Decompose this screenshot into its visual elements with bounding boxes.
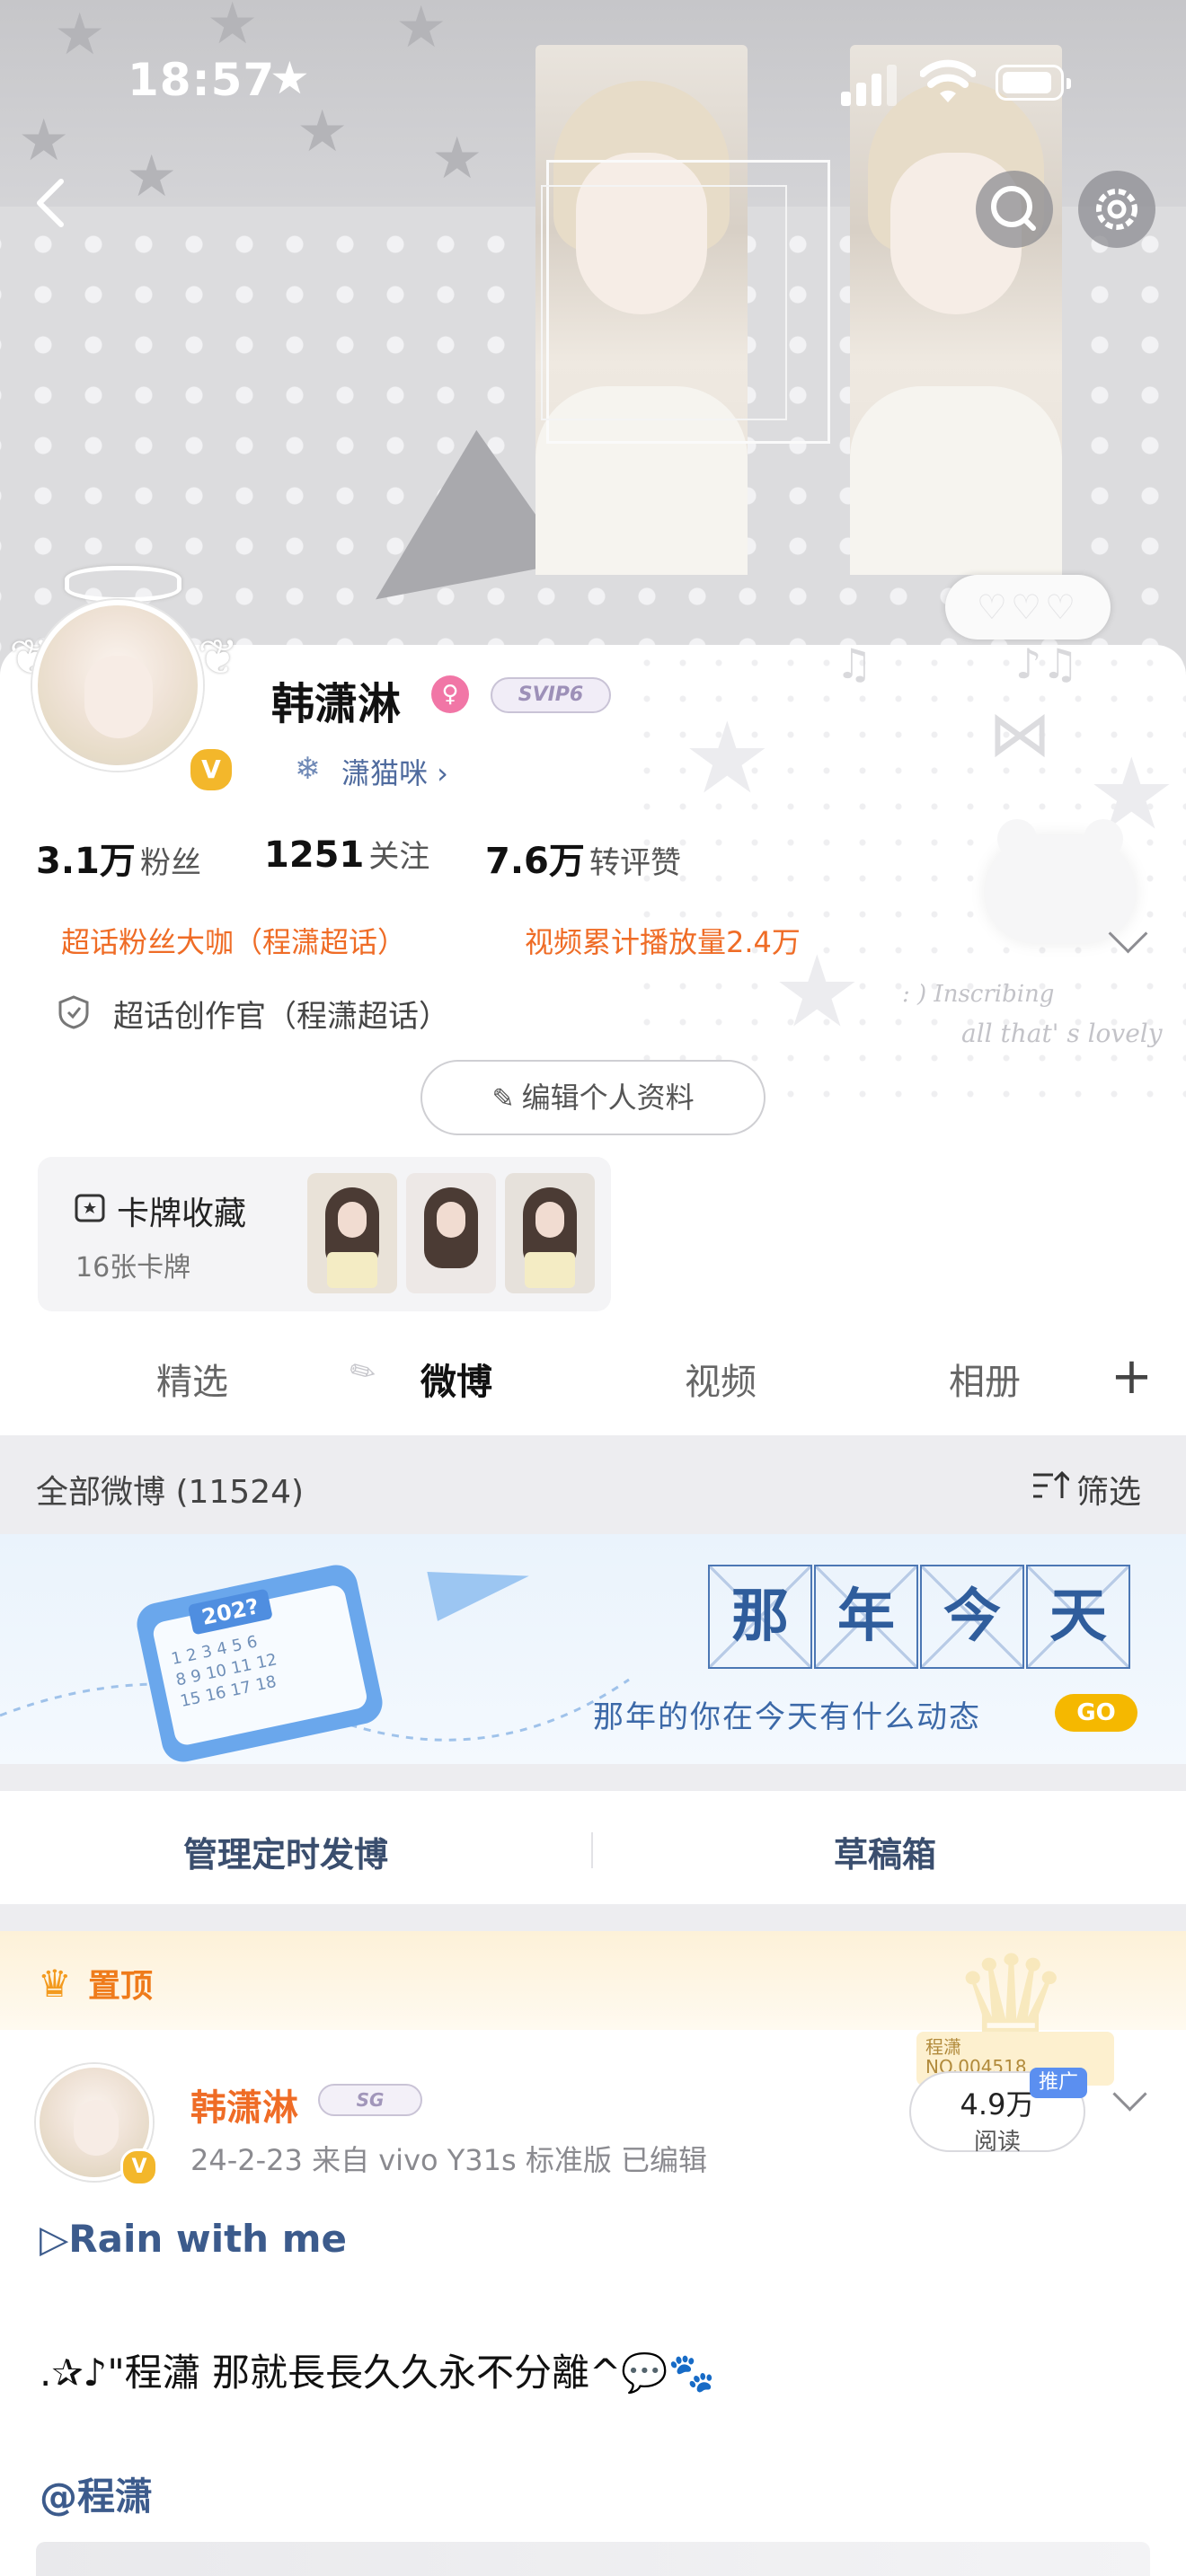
decor-text: all that' s lovely	[961, 1019, 1163, 1048]
gender-female-icon: ♀	[431, 675, 469, 713]
card-collection-count: 16张卡牌	[75, 1252, 191, 1284]
tab-weibo[interactable]: 微博	[420, 1353, 492, 1405]
drafts-button[interactable]: 草稿箱	[834, 1827, 936, 1876]
snowflake-icon: ❄	[295, 751, 321, 787]
card-icon	[75, 1194, 105, 1222]
hearts-bubble: ♡♡♡	[945, 575, 1111, 640]
stat-followers[interactable]: 3.1万 粉丝	[36, 832, 201, 884]
mention-link[interactable]: @程潇	[40, 2466, 153, 2521]
star-decoration: ★	[431, 126, 483, 192]
star-decoration: ★	[54, 2, 106, 68]
promote-tag[interactable]: 推广	[1030, 2068, 1087, 2098]
creator-title[interactable]: 超话创作官（程潇超话）	[113, 992, 449, 1036]
memory-title: 那 年 今 天	[708, 1565, 1136, 1671]
profile-name: 韩潇淋	[271, 679, 402, 729]
filter-button[interactable]: 筛选	[1076, 1466, 1141, 1513]
add-tab-icon[interactable]: +	[1111, 1347, 1153, 1406]
memory-subtitle: 那年的你在今天有什么动态	[593, 1699, 981, 1735]
settings-button[interactable]	[1078, 171, 1155, 248]
post-author-name[interactable]: 韩潇淋	[190, 2078, 298, 2130]
banner-photo-right	[850, 45, 1062, 575]
edit-profile-button[interactable]: ✎ 编辑个人资料	[420, 1060, 766, 1135]
tab-album[interactable]: 相册	[949, 1353, 1021, 1405]
card-thumbnail[interactable]	[406, 1173, 496, 1293]
music-note-decoration: ♪♫	[1015, 640, 1079, 688]
gear-icon	[1096, 189, 1137, 230]
honor-tag[interactable]: 超话粉丝大咖（程潇超话）	[61, 920, 406, 961]
tab-video[interactable]: 视频	[685, 1353, 757, 1405]
star-decoration: ★	[18, 108, 70, 174]
avatar[interactable]	[32, 600, 203, 771]
pencil-icon: ✎	[491, 1083, 515, 1115]
crown-icon: ♛	[38, 1962, 72, 2006]
post-meta: 24-2-23 来自 vivo Y31s 标准版 已编辑	[190, 2143, 708, 2177]
card-thumbnail[interactable]	[307, 1173, 397, 1293]
star-decoration: ★	[296, 99, 349, 165]
star-decoration: ★	[395, 0, 447, 61]
svip-badge[interactable]: SVIP6	[491, 677, 611, 713]
bear-decoration	[985, 819, 1136, 943]
pinned-label: 置顶	[88, 1968, 154, 2005]
halo-decoration	[65, 566, 181, 602]
section-divider	[0, 1764, 1186, 1791]
search-icon	[991, 186, 1036, 231]
filter-icon	[1033, 1470, 1069, 1498]
star-decoration: ★	[126, 144, 178, 210]
wing-decoration: ❦	[198, 629, 239, 685]
search-button[interactable]	[976, 171, 1053, 248]
post-media-preview[interactable]	[36, 2542, 1150, 2576]
card-collection-title: 卡牌收藏	[117, 1195, 247, 1232]
status-time: 18:57	[128, 54, 276, 106]
tab-featured[interactable]: 精选	[156, 1353, 228, 1405]
star-decoration: ★	[207, 0, 259, 57]
frame-decoration	[541, 185, 787, 420]
all-posts-label[interactable]: 全部微博 (11524)	[36, 1466, 304, 1513]
stat-interactions[interactable]: 7.6万 转评赞	[485, 832, 681, 884]
post-actions	[0, 1791, 1186, 1904]
star-decoration: ★	[683, 701, 772, 816]
wifi-icon	[920, 59, 976, 102]
scheduled-posts-button[interactable]: 管理定时发博	[183, 1827, 388, 1876]
back-icon[interactable]	[25, 176, 79, 230]
verified-badge: V	[120, 2148, 158, 2186]
member-badge[interactable]: SG	[318, 2084, 422, 2116]
decor-text: : ) Inscribing	[902, 981, 1055, 1008]
stat-following[interactable]: 1251 关注	[264, 832, 429, 876]
star-icon: ★	[270, 52, 310, 104]
shield-icon	[58, 995, 89, 1029]
go-button[interactable]: GO	[1055, 1694, 1137, 1732]
verified-badge: V	[187, 745, 235, 794]
post-text-line: .✰♪"程瀟 那就長長久久永不分離^💬🐾	[40, 2351, 715, 2395]
card-thumbnail[interactable]	[505, 1173, 595, 1293]
divider	[591, 1832, 593, 1868]
bow-decoration: ⋈	[988, 697, 1051, 771]
music-note-decoration: ♫	[836, 640, 873, 688]
honor-tag[interactable]: 视频累计播放量2.4万	[525, 920, 801, 961]
fan-group-link[interactable]: 潇猫咪 ›	[341, 751, 448, 792]
signal-icon	[841, 63, 898, 106]
post-text-line[interactable]: ▷Rain with me	[40, 2217, 347, 2261]
battery-icon	[996, 65, 1071, 101]
